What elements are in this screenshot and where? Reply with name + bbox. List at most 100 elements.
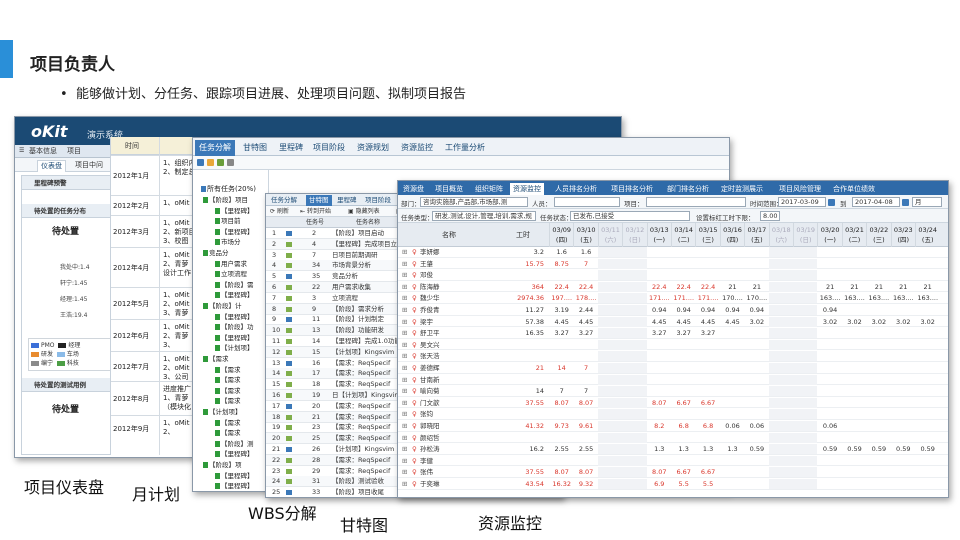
gantt-tab[interactable]: 项目阶段 [362, 195, 394, 206]
threshold-input[interactable]: 8.00 [760, 211, 780, 221]
toolbar-icon[interactable] [217, 159, 224, 166]
wbs-tree-item[interactable]: 【阶段】项目 [203, 194, 248, 204]
resource-tab[interactable]: 资源盘 [400, 183, 427, 195]
wbs-tab[interactable]: 资源监控 [397, 140, 437, 156]
resource-row[interactable]: ⊞ ♀ 王肇 15.75 8.75 7 [398, 258, 948, 270]
resource-row[interactable]: ⊞ ♀ 喻向菊 14 7 7 [398, 386, 948, 397]
resource-row[interactable]: ⊞ ♀ 姜德辉 21 14 7 [398, 363, 948, 374]
resource-row[interactable]: ⊞ ♀ 陈海静 364 22.4 22.4 22.4 22.4 22.4 21 21 21 21 21 21… [398, 281, 948, 293]
wbs-tree-item[interactable]: 【里程碑】 [215, 226, 254, 236]
resource-tab[interactable]: 组织矩阵 [472, 183, 506, 195]
task-status-select[interactable]: 已发布,已接受 [570, 211, 690, 221]
resource-row[interactable]: ⊞ ♀ 乔俊青 11.27 3.19 2.44 0.94 0.94 0.94 0.94 0.94 0.… [398, 305, 948, 316]
wbs-tree-item[interactable]: 【计划项】 [215, 342, 254, 352]
person-select[interactable] [554, 197, 620, 207]
wbs-tree-item[interactable]: 【里程碑】 [215, 311, 254, 321]
section-milestone-warning[interactable]: 里程碑预警 [22, 176, 124, 190]
resource-row[interactable]: ⊞ ♀ 邓俊 [398, 270, 948, 281]
wbs-tree-item[interactable]: 竞品分 [203, 247, 229, 257]
expand-icon[interactable]: ⊞ [402, 444, 407, 454]
wbs-tree-item[interactable]: 市场分 [215, 236, 241, 246]
expand-icon[interactable]: ⊞ [402, 317, 407, 327]
wbs-tree-item[interactable]: 【阶段】需 [215, 279, 254, 289]
wbs-tab[interactable]: 里程碑 [275, 140, 307, 156]
gantt-refresh[interactable]: ⟳ 刷新 [270, 208, 289, 215]
toolbar-icon[interactable] [227, 159, 234, 166]
wbs-tree-item[interactable]: 用户需求 [215, 258, 247, 268]
wbs-tree-item[interactable]: 【里程碑】 [215, 332, 254, 342]
lock-icon[interactable] [207, 159, 214, 166]
expand-icon[interactable]: ⊞ [402, 282, 407, 292]
expand-icon[interactable]: ⊞ [402, 375, 407, 385]
expand-icon[interactable]: ⊞ [402, 351, 407, 361]
wbs-tree-item[interactable]: 【里程碑】 [215, 470, 254, 480]
gantt-hide-list[interactable]: ▣ 隐藏列表 [348, 208, 380, 215]
tab-dashboard[interactable]: 仪表盘 [37, 160, 66, 172]
resource-tab[interactable]: 定时监测展示 [718, 183, 766, 195]
expand-icon[interactable]: ⊞ [402, 479, 407, 489]
wbs-tree-item[interactable]: 【阶段】计 [203, 300, 242, 310]
tab-project-issues[interactable]: 项目中问 [75, 161, 103, 170]
expand-icon[interactable]: ⊞ [402, 409, 407, 419]
gantt-tab[interactable]: 任务分解 [268, 195, 300, 206]
wbs-tree-item[interactable]: 【需求 [215, 395, 241, 405]
resource-tab[interactable]: 人员排名分析 [552, 183, 600, 195]
gantt-tab[interactable]: 甘特图 [306, 195, 332, 206]
expand-icon[interactable]: ⊞ [402, 363, 407, 373]
resource-row[interactable]: ⊞ ♀ 李妍娜 3.2 1.6 1.6 [398, 247, 948, 258]
expand-icon[interactable]: ⊞ [402, 433, 407, 443]
expand-icon[interactable]: ⊞ [402, 247, 407, 257]
wbs-tab[interactable]: 工作量分析 [441, 140, 489, 156]
project-select[interactable] [646, 197, 746, 207]
resource-tab[interactable]: 项目排名分析 [608, 183, 656, 195]
gantt-tab[interactable]: 里程碑 [334, 195, 360, 206]
resource-tab[interactable]: 资源监控 [510, 183, 544, 195]
resource-row[interactable]: ⊞ ♀ 梁宇 57.38 4.45 4.45 4.45 4.45 4.45 4.45 3.02 3.0… [398, 316, 948, 328]
wbs-tree-item[interactable]: 【需求 [215, 364, 241, 374]
expand-icon[interactable]: ⊞ [402, 328, 407, 338]
wbs-tree-item[interactable]: 【需求 [203, 353, 229, 363]
resource-tab[interactable]: 项目风险管理 [776, 183, 824, 195]
wbs-tree-item[interactable]: 【需求 [215, 427, 241, 437]
resource-row[interactable]: ⊞ ♀ 门文歆 37.55 8.07 8.07 8.07 6.67 6.67 [398, 397, 948, 409]
expand-icon[interactable]: ⊞ [402, 259, 407, 269]
expand-icon[interactable]: ⊞ [402, 305, 407, 315]
calendar-icon[interactable] [902, 199, 909, 206]
resource-row[interactable]: ⊞ ♀ 张钧 [398, 409, 948, 420]
wbs-tab[interactable]: 任务分解 [195, 140, 235, 156]
resource-row[interactable]: ⊞ ♀ 张天浩 [398, 351, 948, 362]
wbs-tree-item[interactable]: 【需求 [215, 385, 241, 395]
resource-row[interactable]: ⊞ ♀ 魏少华 2974.36 197.... 178.... 171.... 171....… [398, 293, 948, 304]
resource-row[interactable]: ⊞ ♀ 于奕琳 43.54 16.32 9.32 6.9 5.5 5.5 [398, 479, 948, 490]
wbs-tree-item[interactable]: 【需求 [215, 374, 241, 384]
wbs-tab[interactable]: 资源规划 [353, 140, 393, 156]
expand-icon[interactable]: ⊞ [402, 386, 407, 396]
wbs-tree-item[interactable]: 【里程碑】 [215, 289, 254, 299]
date-to-input[interactable]: 2017-04-08 [852, 197, 900, 207]
wbs-tree-item[interactable]: 【里程碑】 [215, 480, 254, 490]
resource-row[interactable]: ⊞ ♀ 吴文兴 [398, 339, 948, 351]
nav-item-project[interactable]: 项目 [67, 147, 81, 156]
resource-tab[interactable]: 项目概览 [432, 183, 466, 195]
wbs-tree-item[interactable]: 【阶段】测 [215, 438, 254, 448]
resource-row[interactable]: ⊞ ♀ 郭晓阳 41.32 9.73 9.61 8.2 6.8 6.8 0.06 0.06 0.06 [398, 421, 948, 432]
resource-row[interactable]: ⊞ ♀ 孙松涛 16.2 2.55 2.55 1.3 1.3 1.3 1.3 0.59 0.59 0.5… [398, 444, 948, 455]
wbs-tree-item[interactable]: 【里程碑】 [215, 448, 254, 458]
wbs-tree-item[interactable]: 【计划项】 [203, 406, 242, 416]
expand-icon[interactable]: ⊞ [402, 398, 407, 408]
wbs-tree-item[interactable]: 【阶段】功 [215, 321, 254, 331]
task-type-select[interactable]: 研发,测试,设计,管理,培训,需求,规 [432, 211, 536, 221]
wbs-tree-item[interactable]: 【里程碑】 [215, 205, 254, 215]
wbs-tab[interactable]: 项目阶段 [309, 140, 349, 156]
unit-select[interactable]: 月 [912, 197, 942, 207]
resource-tab[interactable]: 部门排名分析 [664, 183, 712, 195]
expand-icon[interactable]: ⊞ [402, 340, 407, 350]
expand-icon[interactable]: ⊞ [402, 293, 407, 303]
resource-tab[interactable]: 合作单位绩效 [830, 183, 878, 195]
section-task-distribution[interactable]: 待处置的任务分布 [22, 204, 124, 218]
toolbar-icon[interactable] [197, 159, 204, 166]
expand-icon[interactable]: ⊞ [402, 467, 407, 477]
resource-row[interactable]: ⊞ ♀ 李健 [398, 455, 948, 467]
wbs-root[interactable]: 所有任务(20%) [201, 184, 256, 194]
resource-row[interactable]: ⊞ ♀ 甘南新 [398, 374, 948, 386]
